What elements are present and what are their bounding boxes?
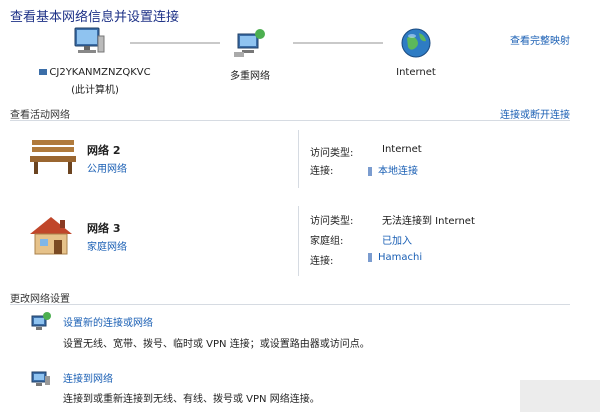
map-connector-right xyxy=(293,42,383,44)
public-network-icon-wrap xyxy=(28,136,78,180)
network-3-conn-link[interactable]: Hamachi xyxy=(368,252,422,263)
network-3-name: 网络 3 xyxy=(87,222,121,235)
map-connector-left xyxy=(130,42,220,44)
network-3-access-value: 无法连接到 Internet xyxy=(382,216,475,227)
home-network-icon-wrap xyxy=(28,214,74,260)
network-adapter-icon xyxy=(368,166,372,176)
setup-connection-link[interactable]: 设置新的连接或网络 xyxy=(63,314,153,329)
connect-network-link[interactable]: 连接到网络 xyxy=(63,370,113,385)
page-title: 查看基本网络信息并设置连接 xyxy=(10,10,180,25)
connect-disconnect-link[interactable]: 连接或断开连接 xyxy=(500,106,570,121)
setup-connection-desc: 设置无线、宽带、拨号、临时或 VPN 连接；或设置路由器或访问点。 xyxy=(63,339,370,350)
network-adapter-icon xyxy=(368,252,372,262)
setup-connection-icon-wrap xyxy=(30,312,52,336)
internet-node xyxy=(400,27,432,63)
new-connection-icon xyxy=(31,312,51,330)
network-2-conn-link[interactable]: 本地连接 xyxy=(368,162,418,177)
network-3-type-link[interactable]: 家庭网络 xyxy=(87,238,127,253)
computer-node xyxy=(72,26,106,62)
computer-name: CJ2YKANMZNZQKVC xyxy=(20,67,170,78)
divider-change xyxy=(10,304,570,305)
network-2-conn-label: 连接: xyxy=(310,166,334,177)
house-icon xyxy=(30,217,72,255)
connect-network-desc: 连接到或重新连接到无线、有线、拨号或 VPN 网络连接。 xyxy=(63,394,320,405)
internet-label: Internet xyxy=(396,67,436,78)
monitor-small-icon xyxy=(39,69,48,75)
globe-icon xyxy=(401,28,431,58)
view-full-map-link[interactable]: 查看完整映射 xyxy=(510,32,570,47)
computer-subtitle: (此计算机) xyxy=(71,85,119,96)
active-networks-header: 查看活动网络 xyxy=(10,110,70,121)
network-2-access-label: 访问类型: xyxy=(310,148,354,159)
divider-active xyxy=(10,120,570,121)
network-3-access-label: 访问类型: xyxy=(310,216,354,227)
network-3-homegroup-link[interactable]: 已加入 xyxy=(382,232,412,247)
network-3-homegroup-label: 家庭组: xyxy=(310,236,344,247)
connect-network-icon-wrap xyxy=(30,368,52,392)
network-2-name: 网络 2 xyxy=(87,144,121,157)
multi-network-node xyxy=(234,26,268,62)
bench-icon xyxy=(30,140,76,174)
network-3-conn-label: 连接: xyxy=(310,256,334,267)
network-2-separator xyxy=(298,130,299,188)
network-3-separator xyxy=(298,206,299,276)
multi-network-label: 多重网络 xyxy=(230,71,270,82)
connect-network-icon xyxy=(31,371,50,386)
multi-network-icon xyxy=(234,29,265,57)
watermark-area xyxy=(520,380,600,412)
computer-icon xyxy=(74,27,105,53)
change-settings-header: 更改网络设置 xyxy=(10,294,70,305)
network-2-type-link[interactable]: 公用网络 xyxy=(87,160,127,175)
network-2-access-value: Internet xyxy=(382,144,422,155)
